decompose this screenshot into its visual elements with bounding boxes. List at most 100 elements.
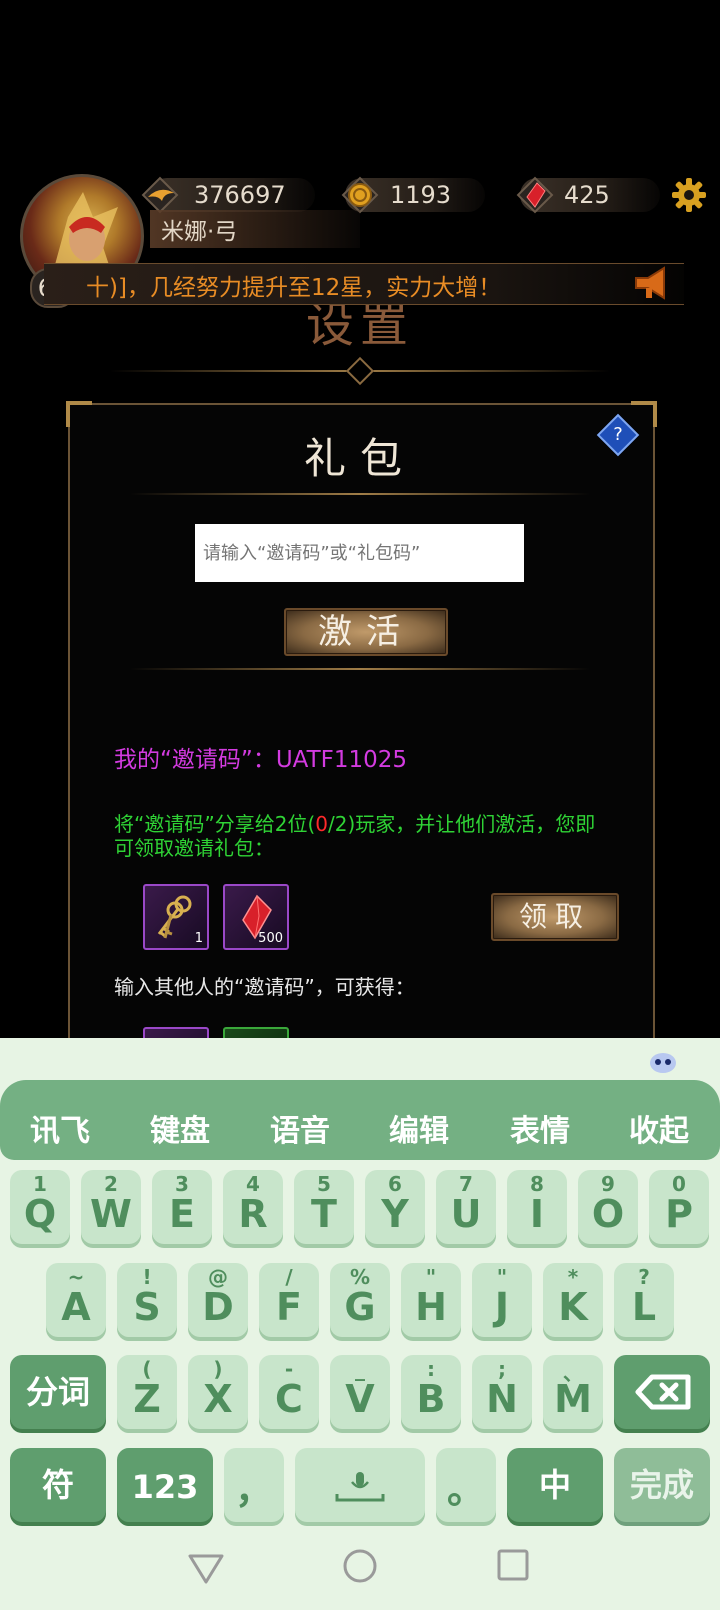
key-label: Y <box>381 1192 409 1236</box>
period-key[interactable]: 。 <box>436 1448 496 1522</box>
reward-slot[interactable] <box>143 1027 209 1038</box>
panel-divider <box>130 668 590 670</box>
wings-icon <box>140 175 180 215</box>
key-y[interactable]: 6Y <box>365 1170 425 1244</box>
key-c[interactable]: -C <box>259 1355 319 1429</box>
coins-value: 1193 <box>390 181 452 209</box>
key-label: Z <box>133 1377 161 1421</box>
red-gem-icon <box>515 175 555 215</box>
key-label: ， <box>234 1468 273 1512</box>
key-a[interactable]: ~ A <box>46 1263 106 1337</box>
key-o[interactable]: 9O <box>578 1170 638 1244</box>
key-label: 完成 <box>629 1466 694 1504</box>
share-instructions: 将“邀请码”分享给2位(0/2)玩家，并让他们激活，您即可领取邀请礼包： <box>114 812 614 860</box>
key-label: D <box>202 1285 234 1329</box>
key-r[interactable]: 4R <box>223 1170 283 1244</box>
key-label: E <box>169 1192 195 1236</box>
key-label: F <box>276 1285 302 1329</box>
key-label: Q <box>23 1192 57 1236</box>
activate-label: 激活 <box>318 612 414 652</box>
space-key[interactable] <box>295 1448 425 1522</box>
reward-slot[interactable] <box>223 1027 289 1038</box>
key-j[interactable]: " J <box>472 1263 532 1337</box>
reward-gems[interactable]: 500 <box>223 884 289 950</box>
key-label: L <box>631 1285 657 1329</box>
megaphone-icon[interactable] <box>632 266 672 300</box>
key-w[interactable]: 2W <box>81 1170 141 1244</box>
my-invite-code: 我的“邀请码”：UATF11025 <box>114 747 408 773</box>
key-label: C <box>275 1377 303 1421</box>
key-label: B <box>416 1377 446 1421</box>
key-t[interactable]: 5T <box>294 1170 354 1244</box>
gear-icon[interactable] <box>670 176 708 214</box>
gift-code-input[interactable] <box>195 524 524 582</box>
number-key[interactable]: 123 <box>117 1448 213 1522</box>
key-q[interactable]: 1Q <box>10 1170 70 1244</box>
back-icon[interactable] <box>186 1550 226 1586</box>
panel-divider <box>130 493 590 495</box>
key-label: 分词 <box>25 1373 90 1411</box>
toolbar-collapse[interactable]: 收起 <box>604 1106 714 1150</box>
key-label: X <box>203 1377 233 1421</box>
key-g[interactable]: % G <box>330 1263 390 1337</box>
key-label: O <box>591 1192 625 1236</box>
mascot-icon[interactable] <box>648 1048 678 1074</box>
key-label: H <box>415 1285 447 1329</box>
recents-icon[interactable] <box>496 1548 530 1582</box>
claim-button[interactable]: 领取 <box>491 893 619 941</box>
backspace-icon <box>635 1374 691 1410</box>
key-label: T <box>311 1192 337 1236</box>
key-v[interactable]: _ V <box>330 1355 390 1429</box>
key-b[interactable]: :B <box>401 1355 461 1429</box>
key-label: 。 <box>446 1468 485 1512</box>
ornament-icon <box>345 356 375 386</box>
navigation-bar <box>0 1536 720 1610</box>
toolbar-xunfei[interactable]: 讯飞 <box>5 1106 115 1150</box>
key-label: 符 <box>41 1466 74 1504</box>
help-icon: ? <box>613 424 623 445</box>
key-k[interactable]: * K <box>543 1263 603 1337</box>
reward-count: 500 <box>258 931 283 946</box>
key-u[interactable]: 7U <box>436 1170 496 1244</box>
activate-button[interactable]: 激活 <box>284 608 448 656</box>
toolbar-emoji[interactable]: 表情 <box>485 1106 595 1150</box>
key-label: K <box>558 1285 588 1329</box>
comma-key[interactable]: ， <box>224 1448 284 1522</box>
key-label: G <box>344 1285 376 1329</box>
reward-keys[interactable]: 1 <box>143 884 209 950</box>
done-key[interactable]: 完成 <box>614 1448 710 1522</box>
share-count: 0 <box>315 812 328 836</box>
toolbar-edit[interactable]: 编辑 <box>364 1106 474 1150</box>
key-label: W <box>90 1192 132 1236</box>
toolbar-keyboard[interactable]: 键盘 <box>125 1106 235 1150</box>
key-label: 123 <box>131 1468 199 1506</box>
key-s[interactable]: ! S <box>117 1263 177 1337</box>
key-h[interactable]: " H <box>401 1263 461 1337</box>
key-i[interactable]: 8I <box>507 1170 567 1244</box>
key-d[interactable]: @ D <box>188 1263 248 1337</box>
player-name: 米娜·弓 <box>161 219 238 245</box>
key-m[interactable]: 、 M <box>543 1355 603 1429</box>
home-icon[interactable] <box>342 1548 378 1584</box>
key-label: 中 <box>538 1466 571 1504</box>
backspace-key[interactable] <box>614 1355 710 1429</box>
share-prefix: 将“邀请码”分享给2位( <box>114 812 316 836</box>
key-p[interactable]: 0P <box>649 1170 709 1244</box>
gems-value: 425 <box>564 181 610 209</box>
reward-count: 1 <box>194 931 203 946</box>
wings-value: 376697 <box>194 181 286 209</box>
toolbar-voice[interactable]: 语音 <box>245 1106 355 1150</box>
key-l[interactable]: ? L <box>614 1263 674 1337</box>
symbol-key[interactable]: 符 <box>10 1448 106 1522</box>
key-x[interactable]: ) X <box>188 1355 248 1429</box>
key-z[interactable]: (Z <box>117 1355 177 1429</box>
key-e[interactable]: 3E <box>152 1170 212 1244</box>
chinese-key[interactable]: 中 <box>507 1448 603 1522</box>
corner-ornament <box>66 401 92 427</box>
fenci-key[interactable]: 分词 <box>10 1355 106 1429</box>
key-label: N <box>486 1377 518 1421</box>
key-n[interactable]: ; N <box>472 1355 532 1429</box>
key-label: J <box>494 1285 510 1329</box>
key-label: V <box>345 1377 375 1421</box>
key-f[interactable]: / F <box>259 1263 319 1337</box>
